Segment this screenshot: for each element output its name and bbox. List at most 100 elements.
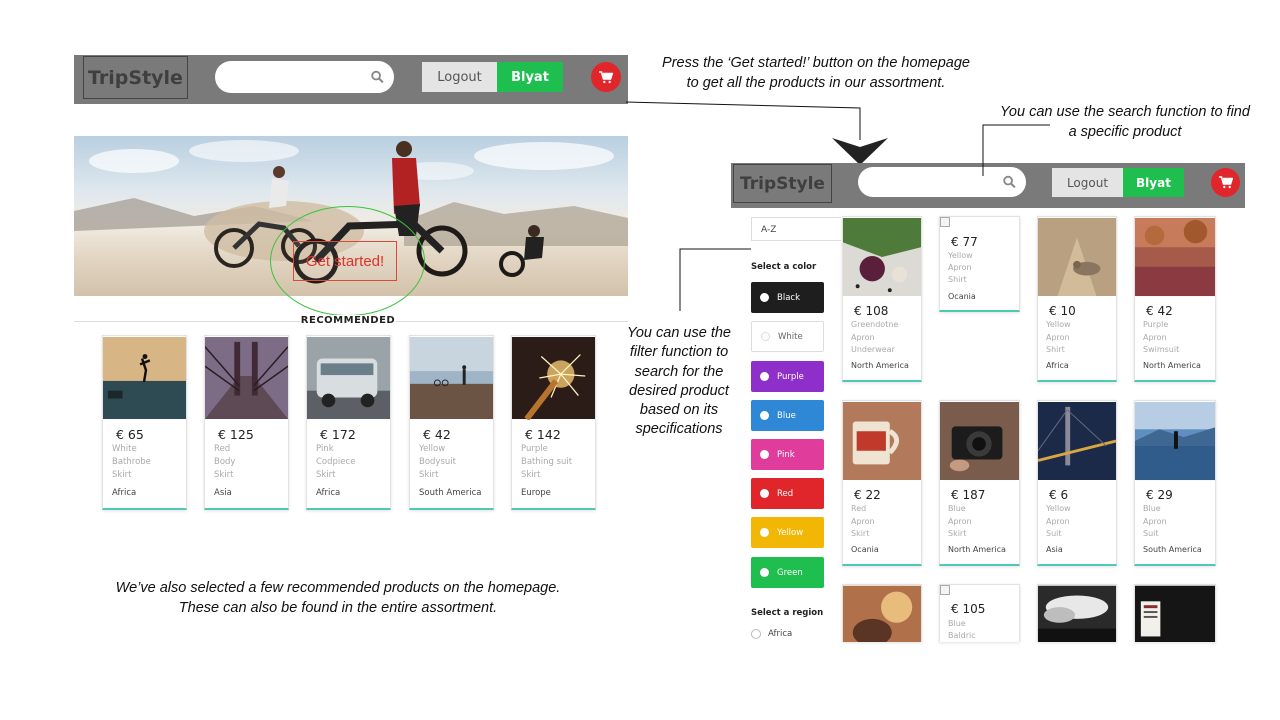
annotation-recommended: We’ve also selected a few recommended pr…	[115, 580, 561, 616]
radio-dot	[760, 568, 769, 577]
recommended-card[interactable]: € 142 Purple Bathing suit Skirt Europe	[511, 335, 596, 510]
product-type: Apron	[1046, 517, 1070, 526]
product-card[interactable]	[1134, 584, 1216, 642]
product-region: North America	[851, 361, 909, 370]
product-region: Europe	[521, 488, 551, 498]
product-type: Apron	[1143, 517, 1167, 526]
product-region: North America	[1143, 361, 1201, 370]
color-label: Green	[777, 567, 803, 578]
region-radio-africa[interactable]	[751, 629, 761, 639]
product-type: Codpiece	[316, 457, 356, 467]
broken-image-icon	[940, 585, 950, 595]
product-card[interactable]: € 77 Yellow Apron Shirt Ocania	[939, 216, 1020, 312]
radio-dot	[760, 450, 769, 459]
product-type: Baldric	[948, 631, 976, 640]
product-price: € 105	[951, 602, 986, 616]
product-type: Body	[214, 457, 236, 467]
product-card[interactable]	[842, 584, 922, 642]
product-color: Blue	[948, 619, 966, 628]
product-image	[410, 336, 493, 420]
product-category: Skirt	[948, 529, 967, 538]
product-card[interactable]: € 22 Red Apron Skirt Ocania	[842, 400, 922, 566]
sort-select[interactable]: A-Z	[751, 217, 841, 241]
color-label: Blue	[777, 410, 796, 421]
color-filter-heading: Select a color	[751, 262, 817, 272]
color-label: Yellow	[777, 527, 804, 538]
recommended-card[interactable]: € 65 White Bathrobe Skirt Africa	[102, 335, 187, 510]
color-filter-white[interactable]: White	[751, 321, 824, 352]
color-label: Purple	[777, 371, 804, 382]
cart-icon	[599, 70, 613, 83]
product-card[interactable]	[1037, 584, 1117, 642]
product-color: Greendotne	[851, 320, 899, 329]
color-filter-blue[interactable]: Blue	[751, 400, 824, 431]
product-card[interactable]: € 187 Blue Apron Skirt North America	[939, 400, 1020, 566]
product-region: Asia	[214, 488, 232, 498]
home-logo[interactable]: TripStyle	[83, 56, 188, 99]
recommended-title: RECOMMENDED	[300, 315, 396, 326]
product-category: Suit	[1046, 529, 1062, 538]
shop-logout-button[interactable]: Logout	[1052, 168, 1123, 197]
color-label: Pink	[777, 449, 795, 460]
radio-dot	[760, 411, 769, 420]
product-card[interactable]: € 105 Blue Baldric	[939, 584, 1020, 642]
recommended-card[interactable]: € 172 Pink Codpiece Skirt Africa	[306, 335, 391, 510]
product-type: Apron	[948, 263, 972, 272]
product-price: € 187	[951, 488, 986, 502]
recommended-card[interactable]: € 42 Yellow Bodysuit Skirt South America	[409, 335, 494, 510]
product-price: € 42	[1146, 304, 1173, 318]
color-label: Black	[777, 292, 800, 303]
product-region: North America	[948, 545, 1006, 554]
product-category: Swimsuit	[1143, 345, 1180, 354]
color-filter-green[interactable]: Green	[751, 557, 824, 588]
product-image	[1135, 217, 1215, 297]
product-price: € 125	[218, 427, 254, 442]
home-cart-button[interactable]	[591, 62, 621, 92]
product-price: € 10	[1049, 304, 1076, 318]
product-price: € 6	[1049, 488, 1069, 502]
product-category: Shirt	[1046, 345, 1065, 354]
shop-user-button[interactable]: Blyat	[1123, 168, 1184, 197]
search-icon[interactable]	[371, 70, 384, 84]
home-search-input[interactable]	[215, 61, 394, 93]
product-color: Yellow	[1046, 504, 1071, 513]
home-logout-button[interactable]: Logout	[422, 62, 497, 92]
home-navbar: TripStyle Logout Blyat	[74, 55, 628, 104]
shop-logo[interactable]: TripStyle	[733, 164, 832, 203]
product-price: € 77	[951, 235, 978, 249]
color-filter-yellow[interactable]: Yellow	[751, 517, 824, 548]
product-color: Purple	[521, 444, 548, 454]
product-color: Yellow	[1046, 320, 1071, 329]
product-type: Bathing suit	[521, 457, 573, 467]
recommended-card[interactable]: € 125 Red Body Skirt Asia	[204, 335, 289, 510]
shop-cart-button[interactable]	[1211, 168, 1240, 197]
product-category: Skirt	[112, 470, 132, 480]
product-card[interactable]: € 42 Purple Apron Swimsuit North America	[1134, 216, 1216, 382]
product-price: € 172	[320, 427, 356, 442]
product-category: Shirt	[948, 275, 967, 284]
home-user-button[interactable]: Blyat	[497, 62, 563, 92]
product-region: Africa	[112, 488, 137, 498]
product-region: Africa	[316, 488, 341, 498]
color-filter-red[interactable]: Red	[751, 478, 824, 509]
product-image	[1038, 402, 1116, 480]
product-card[interactable]: € 29 Blue Apron Suit South America	[1134, 400, 1216, 566]
product-image	[940, 401, 1019, 481]
product-color: White	[112, 444, 137, 454]
product-card[interactable]: € 108 Greendotne Apron Underwear North A…	[842, 216, 922, 382]
broken-image-icon	[940, 217, 950, 227]
product-category: Underwear	[851, 345, 895, 354]
connector-arrow	[625, 101, 888, 165]
product-card[interactable]: € 6 Yellow Apron Suit Asia	[1037, 400, 1117, 566]
color-filter-purple[interactable]: Purple	[751, 361, 824, 392]
product-type: Apron	[1046, 333, 1070, 342]
product-image	[205, 336, 288, 420]
product-image	[512, 336, 595, 420]
color-filter-black[interactable]: Black	[751, 282, 824, 313]
product-card[interactable]: € 10 Yellow Apron Shirt Africa	[1037, 216, 1117, 382]
product-color: Blue	[948, 504, 966, 513]
annotation-get-started: Press the ‘Get started!’ button on the h…	[662, 55, 970, 91]
product-color: Red	[851, 504, 867, 513]
color-filter-pink[interactable]: Pink	[751, 439, 824, 470]
product-image	[103, 336, 186, 420]
